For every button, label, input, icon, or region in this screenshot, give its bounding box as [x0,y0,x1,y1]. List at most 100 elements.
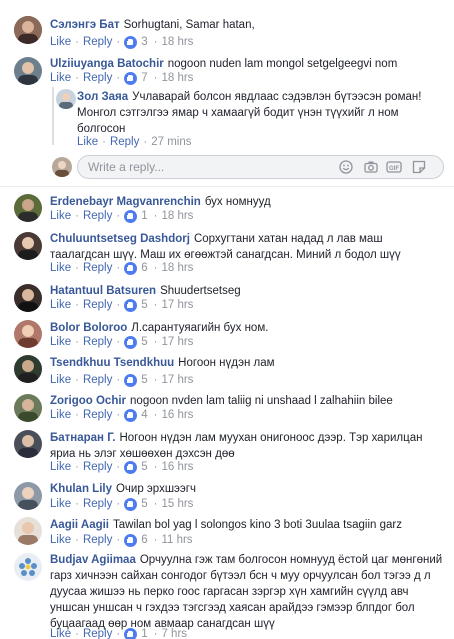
comment-actions: Like · Reply · 6 · 18 hrs [50,261,194,275]
avatar[interactable] [14,430,42,458]
comment-text: бух номнууд [204,196,271,208]
reply-link[interactable]: Reply [83,409,112,421]
comment-actions: Like · Reply · 1 · 7 hrs [50,627,188,639]
avatar[interactable] [14,16,42,44]
like-link[interactable]: Like [50,409,71,421]
avatar[interactable] [14,553,42,581]
avatar[interactable] [14,57,42,85]
like-link[interactable]: Like [50,498,71,510]
comment-text: nogoon nvden lam taliig ni unshaad l zal… [130,395,393,407]
like-count: 5 [141,336,148,348]
like-count: 1 [141,628,148,639]
like-link[interactable]: Like [50,210,71,222]
avatar[interactable] [14,320,42,348]
avatar[interactable] [14,232,42,260]
reply-link[interactable]: Reply [83,498,112,510]
like-link[interactable]: Like [50,262,71,274]
timestamp: 17 hrs [161,299,194,311]
like-count: 6 [141,534,148,546]
sticker-icon[interactable] [411,160,427,176]
like-icon [124,35,138,49]
reply-author[interactable]: Зол Заяа [77,91,128,103]
reply-link[interactable]: Reply [83,72,112,84]
reply-link[interactable]: Reply [83,534,112,546]
like-link[interactable]: Like [50,374,71,386]
camera-icon[interactable] [363,160,379,176]
reply-link[interactable]: Reply [83,262,112,274]
emoji-icon[interactable] [338,160,354,176]
comment-actions: Like · Reply · 5 · 17 hrs [50,335,194,349]
reply-link[interactable]: Reply [83,374,112,386]
like-count: 5 [141,461,148,473]
like-link[interactable]: Like [50,299,71,311]
comment-author[interactable]: Bolor Boloroo [50,322,127,334]
reply-link[interactable]: Reply [83,299,112,311]
like-icon [124,460,138,474]
timestamp: 16 hrs [161,409,194,421]
avatar[interactable] [14,194,42,222]
avatar[interactable] [14,517,42,545]
reply-text: Учлаварай болсон явдлаас сэдэвлэн бүтээс… [77,91,422,135]
like-count: 4 [141,409,148,421]
comment-author[interactable]: Ulziiuyanga Batochir [50,58,164,70]
comment-actions: Like · Reply · 5 · 17 hrs [50,298,194,312]
reply-link[interactable]: Reply [83,461,112,473]
reply-link[interactable]: Reply [83,36,112,48]
like-icon [124,627,138,639]
like-icon [124,261,138,275]
like-icon [124,298,138,312]
gif-icon[interactable]: GIF [386,160,402,176]
like-count: 1 [141,210,148,222]
reply-link[interactable]: Reply [83,336,112,348]
comment-author[interactable]: Сэлэнгэ Бат [50,19,120,31]
comment-text: nogoon nuden lam mongol setgelgeegvi nom [167,58,398,70]
comment-actions: Like · Reply · 5 · 17 hrs [50,373,194,387]
reply-avatar[interactable] [56,89,76,109]
comment-author[interactable]: Budjav Agiimaa [50,554,136,566]
reply-link[interactable]: Reply [83,628,112,639]
like-icon [124,209,138,223]
like-link[interactable]: Like [77,136,98,148]
timestamp: 15 hrs [161,498,194,510]
timestamp: 18 hrs [161,36,194,48]
reply-input[interactable] [88,158,308,176]
avatar[interactable] [14,482,42,510]
comment-actions: Like · Reply · 3 · 18 hrs [50,35,194,49]
comment-actions: Like · Reply · 1 · 18 hrs [50,209,194,223]
avatar[interactable] [14,284,42,312]
comment-author[interactable]: Aagii Aagii [50,519,109,531]
reply-link[interactable]: Reply [83,210,112,222]
comment-author[interactable]: Hatantuul Batsuren [50,285,156,297]
comment-text: Л.сарантуяагийн бух ном. [131,322,269,334]
comment-actions: Like · Reply · 5 · 15 hrs [50,497,194,511]
like-link[interactable]: Like [50,534,71,546]
like-link[interactable]: Like [50,336,71,348]
comment-text: Ногоон нүдэн лам [178,357,275,369]
comment-author[interactable]: Chuluuntsetseg Dashdorj [50,233,190,245]
comment-author[interactable]: Erdenebayr Magvanrenchin [50,196,201,208]
comment-author[interactable]: Батнаран Г. [50,432,115,444]
avatar[interactable] [14,355,42,383]
like-icon [124,408,138,422]
like-icon [124,497,138,511]
svg-text:GIF: GIF [389,166,399,172]
comment-text: Очир эрхшээгч [115,483,196,495]
current-user-avatar [52,157,72,177]
comment-author[interactable]: Khulan Lily [50,483,112,495]
comment-actions: Like · Reply · 7 · 18 hrs [50,71,194,85]
comment-actions: Like · Reply · 4 · 16 hrs [50,408,194,422]
comment-author[interactable]: Zorigoo Ochir [50,395,126,407]
reply-link[interactable]: Reply [110,136,139,148]
comment-author[interactable]: Tsendkhuu Tsendkhuu [50,357,174,369]
timestamp: 18 hrs [161,262,194,274]
timestamp: 18 hrs [161,72,194,84]
write-reply-box[interactable]: GIF [77,155,444,179]
reply-thread-line [52,87,54,145]
like-link[interactable]: Like [50,461,71,473]
like-link[interactable]: Like [50,72,71,84]
like-link[interactable]: Like [50,628,71,639]
avatar[interactable] [14,394,42,422]
like-count: 5 [141,498,148,510]
like-link[interactable]: Like [50,36,71,48]
like-count: 6 [141,262,148,274]
